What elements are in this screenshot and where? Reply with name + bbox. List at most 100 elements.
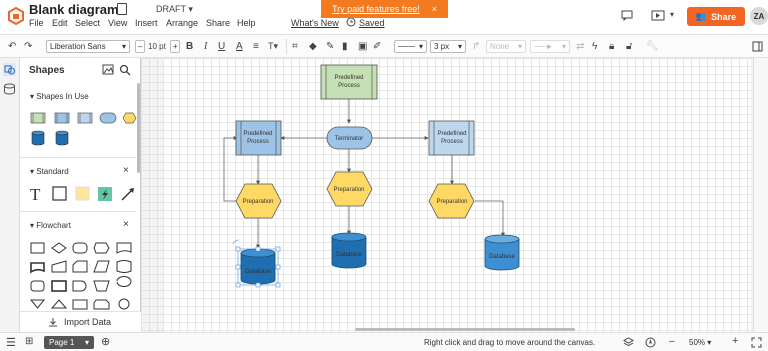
close-icon[interactable]: ×: [123, 165, 129, 176]
fc-card[interactable]: [72, 260, 88, 273]
font-color-button[interactable]: A: [236, 40, 243, 53]
font-size-decrease-button[interactable]: –: [135, 40, 145, 53]
shapes-icon[interactable]: [3, 63, 16, 76]
navigate-icon[interactable]: [645, 337, 656, 348]
section-standard[interactable]: ▾ Standard: [30, 167, 69, 176]
underline-button[interactable]: U: [218, 40, 225, 53]
fc-extract[interactable]: [50, 299, 68, 309]
section-shapes-in-use[interactable]: ▾ Shapes In Use: [30, 92, 89, 101]
node-database-right[interactable]: Database: [484, 234, 520, 271]
avatar[interactable]: ZA: [750, 7, 768, 25]
present-dropdown-icon[interactable]: ▾: [670, 10, 674, 19]
fc-manual-input[interactable]: [51, 260, 67, 273]
menu-edit[interactable]: Edit: [52, 18, 68, 28]
fc-terminator[interactable]: [72, 242, 88, 254]
shape-predefined-process-green[interactable]: [30, 112, 46, 124]
fc-manual-operation[interactable]: [93, 280, 110, 292]
horizontal-scrollbar[interactable]: [355, 328, 575, 331]
node-database-left[interactable]: Database: [240, 248, 276, 285]
node-preparation-right[interactable]: Preparation: [428, 183, 475, 219]
fc-data[interactable]: [93, 260, 110, 273]
fullscreen-icon[interactable]: [751, 337, 762, 348]
node-predefined-process-top[interactable]: Predefined Process: [320, 64, 378, 100]
layers-icon[interactable]: [623, 337, 634, 348]
menu-insert[interactable]: Insert: [135, 18, 158, 28]
font-family-select[interactable]: Liberation Sans ▾: [46, 40, 130, 53]
promo-banner[interactable]: Try paid features free! ×: [321, 0, 448, 18]
close-icon[interactable]: ×: [123, 219, 129, 230]
bold-button[interactable]: B: [186, 40, 193, 53]
zoom-out-button[interactable]: –: [669, 336, 675, 347]
fc-multidoc[interactable]: [30, 262, 45, 274]
shape-arrow-line[interactable]: [121, 188, 134, 201]
lock-icon[interactable]: 🔒︎: [609, 40, 614, 53]
menu-file[interactable]: File: [29, 18, 44, 28]
close-icon[interactable]: ×: [432, 4, 437, 14]
shape-text[interactable]: T: [30, 185, 41, 204]
saved-status[interactable]: Saved: [359, 18, 385, 28]
font-size-increase-button[interactable]: +: [170, 40, 180, 53]
canvas[interactable]: Predefined Process Predefined Process Te…: [141, 58, 753, 332]
image-icon[interactable]: [102, 64, 114, 75]
crop-icon[interactable]: ⌗: [292, 40, 298, 53]
node-preparation-left[interactable]: Preparation: [235, 183, 282, 219]
document-title[interactable]: Blank diagram: [29, 2, 119, 17]
section-flowchart[interactable]: ▾ Flowchart: [30, 221, 71, 230]
draft-status[interactable]: DRAFT ▾: [156, 4, 193, 15]
fc-alternate-process[interactable]: [30, 280, 45, 292]
menu-help[interactable]: Help: [237, 18, 256, 28]
shape-rectangle[interactable]: [52, 186, 67, 201]
fc-off-page[interactable]: [116, 276, 132, 287]
fc-tape[interactable]: [116, 260, 132, 273]
line-color-icon[interactable]: ✎: [326, 40, 334, 53]
promo-text[interactable]: Try paid features free!: [332, 4, 420, 14]
zoom-in-button[interactable]: +: [732, 335, 738, 347]
node-preparation-center[interactable]: Preparation: [326, 171, 373, 207]
fc-connector[interactable]: [118, 298, 130, 310]
node-terminator[interactable]: Terminator: [326, 126, 373, 150]
fc-delay[interactable]: [72, 280, 87, 292]
font-size-value[interactable]: 10 pt: [148, 40, 166, 53]
shape-preparation[interactable]: [122, 112, 137, 124]
fc-display[interactable]: [93, 242, 110, 254]
redo-icon[interactable]: ↷: [24, 40, 32, 53]
connector[interactable]: [223, 136, 238, 202]
shape-database-alt[interactable]: [55, 130, 69, 146]
fc-process[interactable]: [30, 242, 45, 254]
list-view-icon[interactable]: ☰: [6, 336, 16, 349]
add-page-icon[interactable]: ⊕: [101, 335, 110, 348]
shape-note[interactable]: [75, 186, 90, 201]
fc-internal-storage[interactable]: [51, 280, 67, 292]
action-icon[interactable]: ϟ: [592, 40, 597, 53]
align-icon[interactable]: ≡: [253, 40, 259, 53]
wrench-icon[interactable]: 🔧︎: [646, 40, 659, 53]
text-options-icon[interactable]: T▾: [268, 40, 278, 53]
lucid-logo-icon[interactable]: [7, 7, 25, 25]
panel-toggle-icon[interactable]: [752, 41, 763, 52]
menu-view[interactable]: View: [108, 18, 127, 28]
connector[interactable]: [475, 200, 505, 237]
shape-database[interactable]: [31, 130, 45, 146]
node-predefined-process-left[interactable]: Predefined Process: [235, 120, 282, 156]
shape-terminator[interactable]: [99, 112, 117, 124]
shape-predefined-process-blue[interactable]: [54, 112, 70, 124]
style-icon[interactable]: ▣: [358, 40, 367, 53]
grid-view-icon[interactable]: ⊞: [25, 336, 33, 347]
whats-new-link[interactable]: What's New: [291, 18, 339, 28]
fill-color-icon[interactable]: ◆: [309, 40, 317, 53]
node-predefined-process-right[interactable]: Predefined Process: [428, 120, 475, 156]
menu-select[interactable]: Select: [75, 18, 100, 28]
share-button[interactable]: 👥 Share: [687, 7, 745, 26]
search-icon[interactable]: [119, 64, 131, 76]
fc-document[interactable]: [116, 242, 132, 254]
shape-predefined-process-light[interactable]: [77, 112, 93, 124]
edit-style-icon[interactable]: ✐: [373, 40, 381, 53]
fc-merge[interactable]: [29, 299, 46, 309]
menu-share[interactable]: Share: [206, 18, 230, 28]
fc-decision[interactable]: [51, 242, 67, 254]
unlock-icon[interactable]: 🔓︎: [626, 40, 632, 53]
import-data-bar[interactable]: Import Data: [20, 311, 141, 332]
line-style-select[interactable]: ─── ▾: [394, 40, 427, 53]
fc-loop-limit[interactable]: [93, 299, 110, 310]
line-start-select[interactable]: None ▾: [486, 40, 526, 53]
